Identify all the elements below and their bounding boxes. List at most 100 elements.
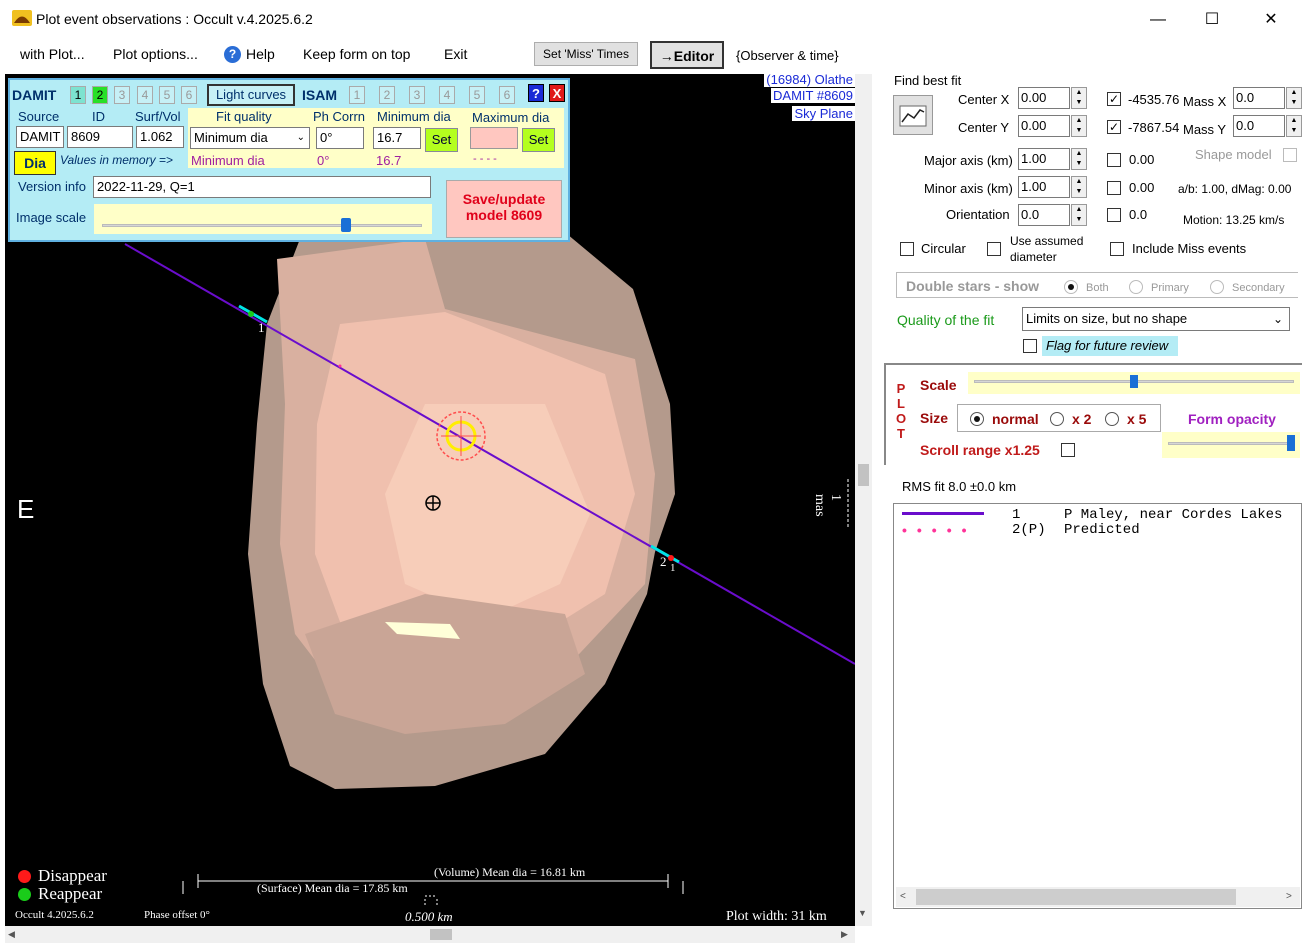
fit-orientation-checkbox[interactable] bbox=[1107, 208, 1121, 222]
major-axis-spinner[interactable]: ▲ ▼ bbox=[1071, 148, 1087, 170]
fit-minor-axis-checkbox[interactable] bbox=[1107, 181, 1121, 195]
save-update-model-button[interactable]: Save/update model 8609 bbox=[446, 180, 562, 238]
disappear-legend-dot bbox=[18, 870, 31, 883]
list-scroll-right-icon[interactable]: > bbox=[1286, 891, 1292, 902]
plot-scale-thumb[interactable] bbox=[1130, 375, 1138, 388]
panel-help-icon[interactable]: ? bbox=[528, 84, 544, 102]
volume-mean-dia-label: (Volume) Mean dia = 16.81 km bbox=[434, 865, 586, 879]
quality-of-fit-select[interactable]: Limits on size, but no shape ⌄ bbox=[1022, 307, 1290, 331]
surf-vol-field[interactable]: 1.062 bbox=[136, 126, 184, 148]
max-dia-field[interactable] bbox=[470, 127, 518, 149]
isam-model-1-button[interactable]: 1 bbox=[349, 86, 365, 104]
min-dia-field[interactable]: 16.7 bbox=[373, 127, 421, 149]
damit-model-6-button[interactable]: 6 bbox=[181, 86, 197, 104]
menu-help[interactable]: Help bbox=[246, 46, 275, 62]
menu-plot-options[interactable]: Plot options... bbox=[113, 46, 198, 62]
observer-list-hscrollbar[interactable]: < > bbox=[896, 887, 1300, 907]
scroll-left-icon[interactable]: ◀ bbox=[8, 929, 15, 940]
center-x-input[interactable]: 0.00 bbox=[1018, 87, 1070, 109]
maximize-button[interactable]: ☐ bbox=[1189, 6, 1235, 34]
plot-scale-slider[interactable] bbox=[968, 372, 1300, 394]
light-curves-button[interactable]: Light curves bbox=[207, 84, 295, 106]
set-miss-times-button[interactable]: Set 'Miss' Times bbox=[534, 42, 638, 66]
plot-hscroll-thumb[interactable] bbox=[430, 929, 452, 940]
mass-x-spinner[interactable]: ▲ ▼ bbox=[1286, 87, 1302, 109]
circular-checkbox[interactable] bbox=[900, 242, 914, 256]
damit-model-4-button[interactable]: 4 bbox=[137, 86, 153, 104]
isam-model-3-button[interactable]: 3 bbox=[409, 86, 425, 104]
minor-axis-input[interactable]: 1.00 bbox=[1018, 176, 1070, 198]
shape-model-checkbox[interactable] bbox=[1283, 148, 1297, 162]
ph-corrn-field[interactable]: 0° bbox=[316, 127, 364, 149]
plot-vscroll-thumb[interactable] bbox=[858, 464, 869, 486]
editor-button[interactable]: →Editor bbox=[650, 41, 724, 69]
isam-model-4-button[interactable]: 4 bbox=[439, 86, 455, 104]
menu-with-plot[interactable]: with Plot... bbox=[20, 46, 85, 62]
center-y-spinner[interactable]: ▲ ▼ bbox=[1071, 115, 1087, 137]
secondary-radio[interactable] bbox=[1210, 280, 1224, 294]
form-opacity-slider[interactable] bbox=[1162, 432, 1300, 458]
orientation-spinner[interactable]: ▲ ▼ bbox=[1071, 204, 1087, 226]
find-best-fit-button[interactable] bbox=[893, 95, 933, 135]
help-icon[interactable]: ? bbox=[224, 46, 241, 63]
major-axis-input[interactable]: 1.00 bbox=[1018, 148, 1070, 170]
mass-y-spinner[interactable]: ▲ ▼ bbox=[1286, 115, 1302, 137]
damit-model-1-button[interactable]: 1 bbox=[70, 86, 86, 104]
form-opacity-thumb[interactable] bbox=[1287, 435, 1296, 451]
observer-time-label[interactable]: {Observer & time} bbox=[736, 48, 839, 63]
menu-keep-form-on-top[interactable]: Keep form on top bbox=[303, 46, 410, 62]
center-x-spinner[interactable]: ▲ ▼ bbox=[1071, 87, 1087, 109]
orientation-input[interactable]: 0.0 bbox=[1018, 204, 1070, 226]
id-field[interactable]: 8609 bbox=[67, 126, 133, 148]
menu-exit[interactable]: Exit bbox=[444, 46, 467, 62]
image-scale-thumb[interactable] bbox=[341, 218, 352, 232]
size-x2-radio[interactable] bbox=[1050, 412, 1064, 426]
scroll-down-icon[interactable]: ▼ bbox=[858, 908, 867, 918]
set-min-dia-button[interactable]: Set bbox=[425, 128, 458, 152]
scroll-right-icon[interactable]: ▶ bbox=[841, 929, 848, 940]
source-field[interactable]: DAMIT bbox=[16, 126, 64, 148]
image-scale-slider[interactable] bbox=[94, 204, 432, 234]
center-y-input[interactable]: 0.00 bbox=[1018, 115, 1070, 137]
panel-close-icon[interactable]: X bbox=[549, 84, 565, 102]
minimize-button[interactable]: — bbox=[1135, 6, 1181, 34]
fit-x-checkbox[interactable]: ✓ bbox=[1107, 92, 1121, 106]
dia-button[interactable]: Dia bbox=[14, 151, 56, 175]
observer-list[interactable]: 1 P Maley, near Cordes Lakes ••••• 2(P) … bbox=[893, 503, 1302, 909]
isam-model-2-button[interactable]: 2 bbox=[379, 86, 395, 104]
mass-x-input[interactable]: 0.0 bbox=[1233, 87, 1285, 109]
asteroid-label: (16984) Olathe bbox=[764, 74, 855, 87]
list-hscroll-thumb[interactable] bbox=[916, 889, 1236, 905]
isam-model-6-button[interactable]: 6 bbox=[499, 86, 515, 104]
close-window-button[interactable]: ✕ bbox=[1248, 6, 1294, 34]
use-assumed-diameter-checkbox[interactable] bbox=[987, 242, 1001, 256]
damit-model-3-button[interactable]: 3 bbox=[114, 86, 130, 104]
damit-model-2-button[interactable]: 2 bbox=[92, 86, 108, 104]
version-info-field[interactable]: 2022-11-29, Q=1 bbox=[93, 176, 431, 198]
plot-horizontal-scrollbar[interactable]: ◀ ▶ bbox=[5, 926, 855, 943]
observer-2-name: Predicted bbox=[1064, 522, 1140, 538]
phase-offset-label: Phase offset 0° bbox=[144, 909, 210, 921]
mem-ph-corrn: 0° bbox=[317, 153, 330, 168]
rms-fit-label: RMS fit 8.0 ±0.0 km bbox=[902, 479, 1017, 494]
use-assumed-diameter-label: Use assumed diameter bbox=[1010, 234, 1084, 264]
chord2-label: 2 bbox=[660, 554, 667, 569]
scroll-range-checkbox[interactable] bbox=[1061, 443, 1075, 457]
fit-y-checkbox[interactable]: ✓ bbox=[1107, 120, 1121, 134]
set-max-dia-button[interactable]: Set bbox=[522, 128, 555, 152]
damit-model-5-button[interactable]: 5 bbox=[159, 86, 175, 104]
size-x5-radio[interactable] bbox=[1105, 412, 1119, 426]
mass-y-input[interactable]: 0.0 bbox=[1233, 115, 1285, 137]
size-normal-radio[interactable] bbox=[970, 412, 984, 426]
fit-major-axis-checkbox[interactable] bbox=[1107, 153, 1121, 167]
fit-quality-select[interactable]: Minimum dia ⌄ bbox=[190, 127, 310, 149]
plot-vertical-scrollbar[interactable]: ▼ bbox=[855, 74, 872, 926]
both-radio[interactable] bbox=[1064, 280, 1078, 294]
fit-graph-icon bbox=[899, 105, 927, 127]
include-miss-checkbox[interactable] bbox=[1110, 242, 1124, 256]
list-scroll-left-icon[interactable]: < bbox=[900, 891, 906, 902]
isam-model-5-button[interactable]: 5 bbox=[469, 86, 485, 104]
flag-review-checkbox[interactable] bbox=[1023, 339, 1037, 353]
minor-axis-spinner[interactable]: ▲ ▼ bbox=[1071, 176, 1087, 198]
primary-radio[interactable] bbox=[1129, 280, 1143, 294]
